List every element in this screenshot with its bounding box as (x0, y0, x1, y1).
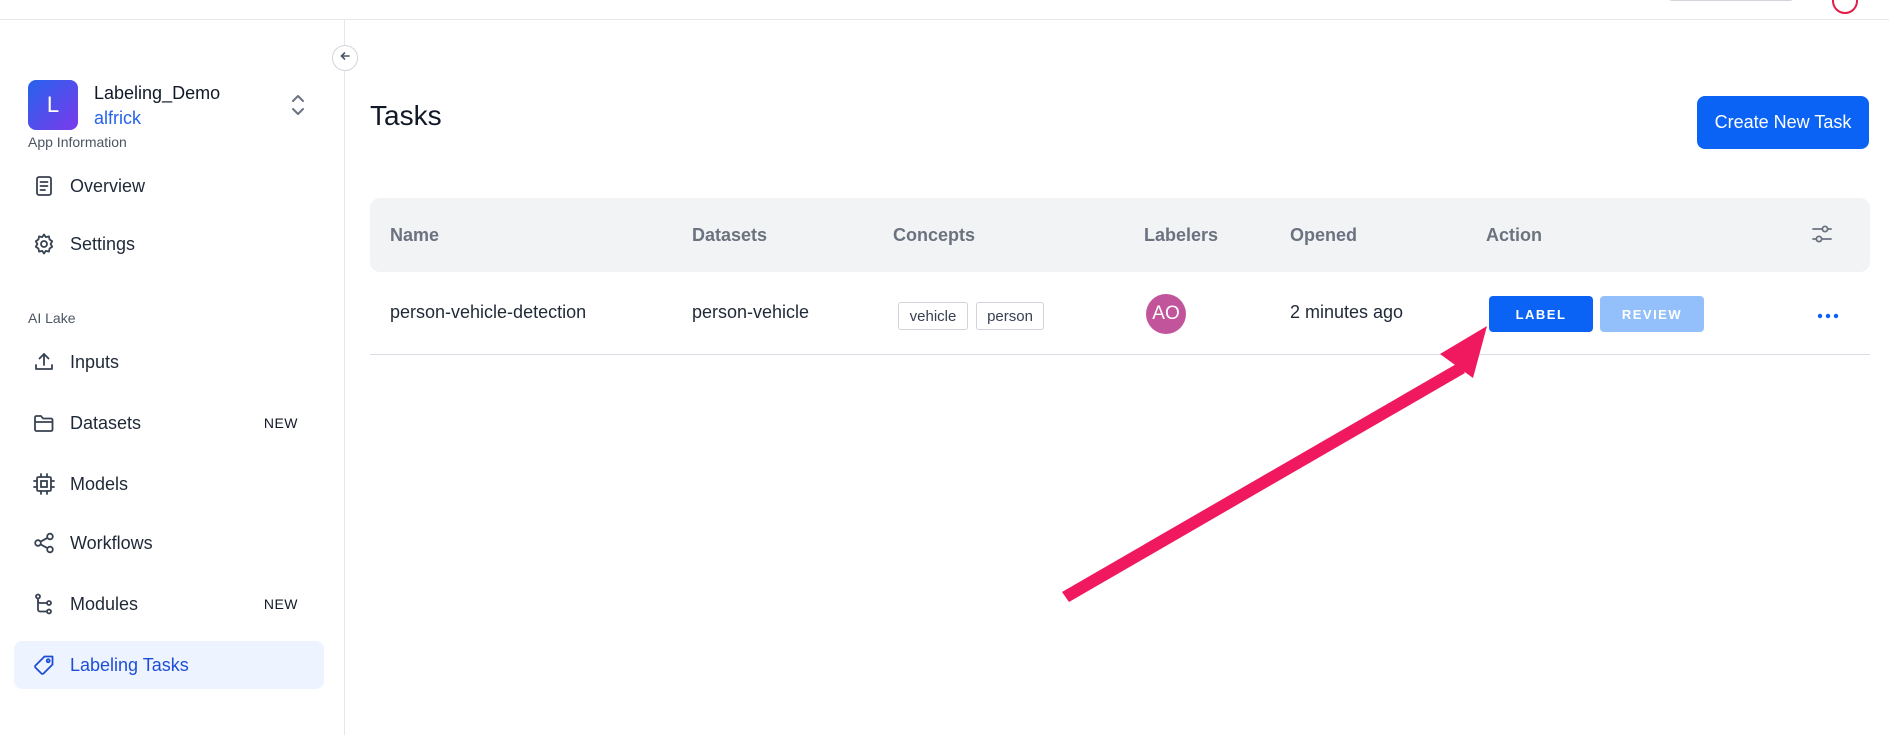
tag-icon (32, 653, 56, 677)
sidebar-item-label: Labeling Tasks (70, 654, 189, 675)
top-bar (0, 0, 1889, 20)
sidebar-item-workflows[interactable]: Workflows (14, 519, 324, 567)
create-new-task-button[interactable]: Create New Task (1697, 96, 1869, 149)
folder-icon (32, 411, 56, 435)
sliders-icon[interactable] (1808, 220, 1836, 248)
app-logo: L (28, 80, 78, 130)
column-header-concepts[interactable]: Concepts (893, 225, 975, 246)
section-label-ai-lake: AI Lake (28, 310, 76, 326)
concept-chip: vehicle (898, 302, 968, 330)
new-badge: NEW (263, 415, 298, 431)
new-badge: NEW (263, 596, 298, 612)
collapse-sidebar-button[interactable] (332, 45, 358, 71)
sidebar-item-label: Models (70, 473, 129, 494)
sidebar-item-settings[interactable]: Settings (14, 220, 324, 268)
task-dataset: person-vehicle (692, 302, 810, 322)
concept-chip: person (976, 302, 1044, 330)
page-title: Tasks (370, 100, 442, 131)
top-bar-avatar[interactable] (1832, 0, 1858, 14)
sidebar-item-modules[interactable]: Modules NEW (14, 580, 324, 628)
upload-icon (32, 350, 56, 374)
sidebar-item-models[interactable]: Models (14, 460, 324, 508)
column-header-name[interactable]: Name (390, 225, 439, 246)
task-name[interactable]: person-vehicle-detection (390, 302, 586, 323)
review-button[interactable]: REVIEW (1600, 296, 1704, 332)
document-icon (32, 174, 56, 198)
chip-icon (32, 472, 56, 496)
column-header-action: Action (1486, 225, 1542, 245)
share-icon (32, 531, 56, 555)
column-header-labelers[interactable]: Labelers (1144, 225, 1218, 246)
sidebar-item-label: Workflows (70, 532, 153, 553)
column-header-datasets[interactable]: Datasets (692, 225, 767, 246)
table-header: Name Datasets Concepts Labelers Opened A… (370, 198, 1870, 272)
sidebar-item-datasets[interactable]: Datasets NEW (14, 399, 324, 447)
more-options-icon[interactable] (1810, 308, 1846, 324)
sidebar: L Labeling_Demo alfrick App Information … (0, 20, 345, 735)
arrow-left-icon (339, 49, 351, 67)
app-user[interactable]: alfrick (94, 108, 141, 129)
sidebar-item-label: Overview (70, 175, 146, 196)
gear-icon (32, 232, 56, 256)
top-bar-control[interactable] (1668, 0, 1794, 1)
labeler-avatar: AO (1146, 294, 1186, 334)
app-name: Labeling_Demo (94, 83, 221, 103)
app-switcher[interactable]: L Labeling_Demo alfrick (28, 80, 318, 130)
sidebar-item-label: Settings (70, 233, 136, 254)
task-opened: 2 minutes ago (1290, 302, 1404, 322)
sidebar-item-overview[interactable]: Overview (14, 162, 324, 210)
sidebar-item-label: Modules (70, 593, 139, 614)
sidebar-item-inputs[interactable]: Inputs (14, 338, 324, 386)
label-button[interactable]: LABEL (1489, 296, 1593, 332)
section-label-app-information: App Information (28, 134, 127, 150)
branch-icon (32, 592, 56, 616)
sidebar-item-label: Datasets (70, 412, 142, 433)
chevron-up-down-icon[interactable] (290, 92, 306, 123)
sidebar-item-label: Inputs (70, 351, 120, 372)
sidebar-item-labeling-tasks[interactable]: Labeling Tasks (14, 641, 324, 689)
column-header-opened[interactable]: Opened (1290, 225, 1357, 246)
